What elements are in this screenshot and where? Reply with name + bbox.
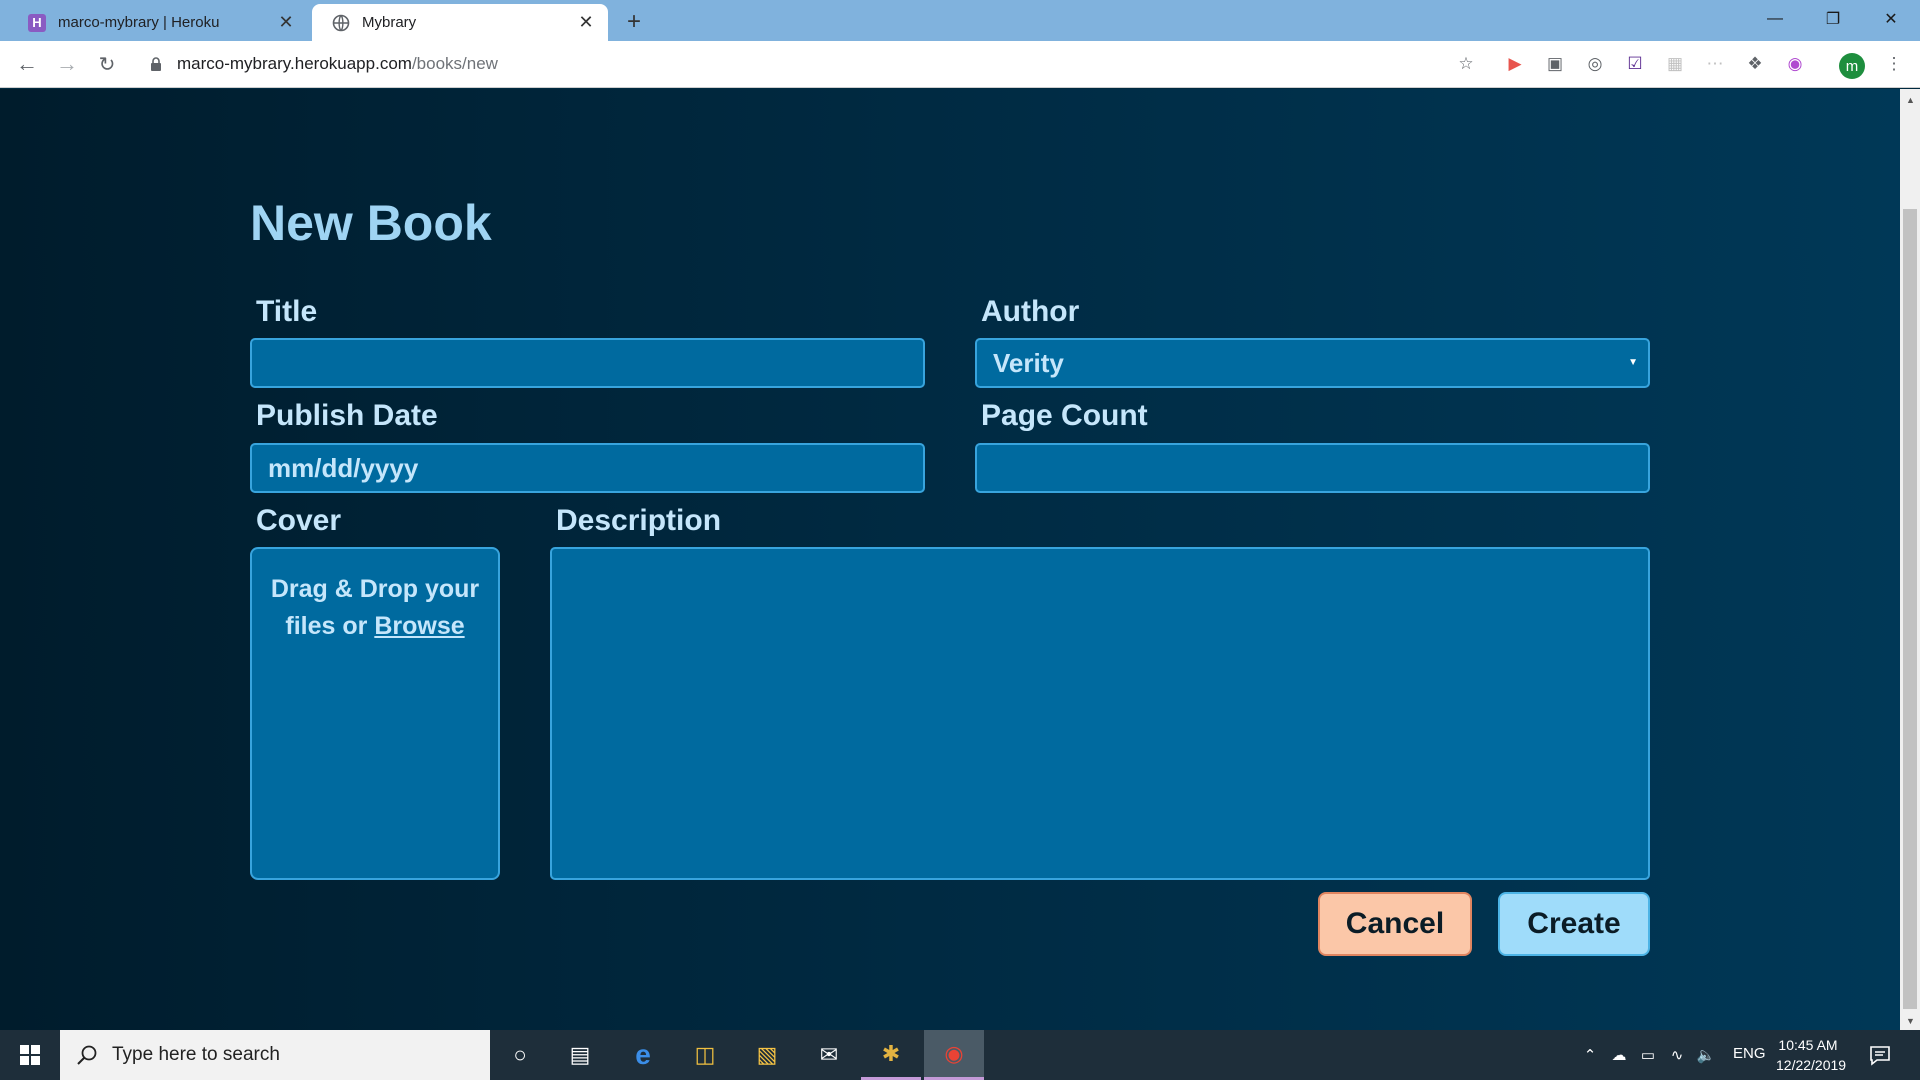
author-select[interactable]: Verity ▼ [975, 338, 1650, 388]
browser-tab-strip: H marco-mybrary | Heroku ✕ Mybrary ✕ + —… [0, 0, 1920, 41]
page-scrollbar[interactable]: ▲ ▼ [1900, 89, 1920, 1030]
reload-icon[interactable]: ↻ [92, 49, 122, 79]
close-window-icon[interactable]: ✕ [1862, 0, 1920, 38]
scroll-down-icon[interactable]: ▼ [1906, 1016, 1915, 1026]
search-icon [77, 1045, 97, 1065]
cover-dropzone[interactable]: Drag & Drop your files or Browse [250, 547, 500, 880]
page-count-label: Page Count [981, 399, 1148, 432]
input-language[interactable]: ENG [1733, 1045, 1766, 1062]
new-tab-button[interactable]: + [620, 8, 648, 36]
extension-dots-icon[interactable]: ⋯ [1703, 52, 1727, 76]
url-host: marco-mybrary.herokuapp.com [177, 54, 412, 73]
windows-taskbar: Type here to search ○ ▤ e ◫ ▧ ✉ ✱ ◉ ⌃ ☁ … [0, 1030, 1920, 1080]
battery-icon[interactable]: ▭ [1638, 1045, 1658, 1065]
heroku-icon: H [28, 13, 46, 32]
publish-date-input[interactable]: mm/dd/yyyy [250, 443, 925, 493]
forward-icon[interactable]: → [52, 49, 82, 79]
edge-icon[interactable]: e [613, 1030, 673, 1080]
menu-kebab-icon[interactable]: ⋮ [1882, 52, 1906, 76]
profile-avatar[interactable]: m [1839, 53, 1865, 79]
page-count-input[interactable] [975, 443, 1650, 493]
windows-start-icon[interactable] [0, 1030, 60, 1080]
restore-icon[interactable]: ❐ [1804, 0, 1862, 38]
extension-grid-icon[interactable]: ▦ [1663, 52, 1687, 76]
star-icon[interactable]: ☆ [1454, 52, 1478, 76]
description-label: Description [556, 504, 722, 537]
clock[interactable]: 10:45 AM 12/22/2019 [1776, 1035, 1847, 1075]
chevron-up-icon[interactable]: ⌃ [1580, 1045, 1600, 1065]
chrome-icon[interactable]: ◉ [924, 1030, 984, 1080]
chevron-down-icon: ▼ [1628, 357, 1638, 368]
mail-icon[interactable]: ✉ [799, 1030, 859, 1080]
notifications-icon[interactable] [1868, 1043, 1892, 1067]
title-label: Title [256, 295, 318, 328]
description-textarea[interactable] [550, 547, 1650, 880]
page-title: New Book [250, 195, 492, 251]
cancel-button[interactable]: Cancel [1318, 892, 1472, 956]
scrollbar-thumb[interactable] [1903, 209, 1917, 1009]
cortana-icon[interactable]: ○ [490, 1030, 550, 1080]
close-icon[interactable]: ✕ [574, 11, 598, 35]
extension-circle-icon[interactable]: ◎ [1583, 52, 1607, 76]
screenshot-icon[interactable]: ▣ [1543, 52, 1567, 76]
dropzone-text-line1: Drag & Drop your [270, 575, 480, 603]
browse-link[interactable]: Browse [374, 612, 464, 640]
clock-date: 12/22/2019 [1776, 1057, 1847, 1073]
author-selected-value: Verity [993, 347, 1064, 378]
tab-mybrary[interactable]: Mybrary ✕ [312, 4, 608, 41]
slack-icon[interactable]: ✱ [861, 1030, 921, 1080]
clock-time: 10:45 AM [1778, 1037, 1838, 1053]
dropzone-text-line2: files or Browse [252, 608, 498, 645]
lock-icon [151, 57, 161, 71]
url-path: /books/new [411, 54, 498, 73]
author-label: Author [981, 295, 1080, 328]
tab-heroku[interactable]: H marco-mybrary | Heroku ✕ [8, 4, 308, 41]
create-button[interactable]: Create [1498, 892, 1650, 956]
back-icon[interactable]: ← [12, 49, 42, 79]
tab-title: marco-mybrary | Heroku [58, 14, 220, 31]
scroll-up-icon[interactable]: ▲ [1906, 95, 1915, 105]
cover-label: Cover [256, 504, 342, 537]
search-placeholder: Type here to search [112, 1044, 280, 1065]
extension-check-icon[interactable]: ☑ [1623, 52, 1647, 76]
volume-icon[interactable]: 🔈 [1696, 1045, 1716, 1065]
file-explorer-icon[interactable]: ▧ [737, 1030, 797, 1080]
wifi-icon[interactable]: ∿ [1667, 1045, 1687, 1065]
minimize-icon[interactable]: — [1746, 0, 1804, 38]
task-view-icon[interactable]: ▤ [550, 1030, 610, 1080]
store-icon[interactable]: ◫ [675, 1030, 735, 1080]
publish-date-placeholder: mm/dd/yyyy [268, 452, 419, 483]
dropzone-text-files: files or [285, 612, 368, 640]
tab-title: Mybrary [362, 14, 417, 31]
extension-cast-icon[interactable]: ▶ [1503, 52, 1527, 76]
extension-broadcast-icon[interactable]: ◉ [1783, 52, 1807, 76]
title-input[interactable] [250, 338, 925, 388]
window-controls: — ❐ ✕ [1746, 0, 1920, 41]
extensions-puzzle-icon[interactable]: ❖ [1743, 52, 1767, 76]
address-bar[interactable]: marco-mybrary.herokuapp.com/books/new [177, 54, 498, 74]
close-icon[interactable]: ✕ [274, 11, 298, 35]
publish-date-label: Publish Date [256, 399, 438, 432]
globe-icon [332, 14, 350, 32]
taskbar-search[interactable]: Type here to search [60, 1030, 490, 1080]
onedrive-icon[interactable]: ☁ [1609, 1045, 1629, 1065]
browser-toolbar: ← → ↻ marco-mybrary.herokuapp.com/books/… [0, 41, 1920, 88]
